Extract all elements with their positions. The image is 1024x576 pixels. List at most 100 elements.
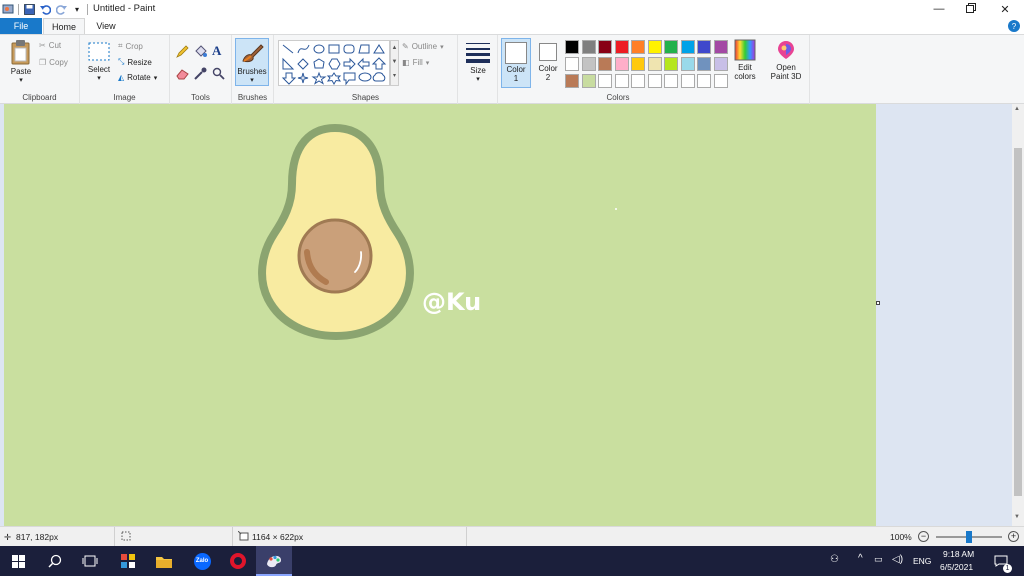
shapes-scroll-up-icon: ▲ [391,45,398,51]
color-swatch[interactable] [565,57,579,71]
zoom-slider-thumb[interactable] [966,531,972,543]
color-swatch[interactable] [680,74,695,88]
minimize-button[interactable]: — [922,0,956,18]
help-icon[interactable]: ? [1008,20,1020,32]
color-swatch[interactable] [598,74,612,88]
clock-time[interactable]: 9:18 AM [943,549,974,559]
paste-button[interactable]: Paste ▾ [6,39,36,84]
show-hidden-icons-icon[interactable]: ^ [858,553,863,564]
pencil-icon[interactable] [176,45,189,60]
color-swatch[interactable] [697,40,711,54]
color-swatch[interactable] [631,40,645,54]
clock-date[interactable]: 6/5/2021 [940,562,973,572]
color-swatch[interactable] [614,74,629,88]
resize-button[interactable]: ⤡ Resize [118,57,152,67]
restore-button[interactable] [954,0,988,18]
outline-dropdown-icon: ▾ [440,43,444,51]
color2-button[interactable]: Color 2 [533,38,563,88]
taskbar-app-store[interactable] [112,546,144,576]
taskbar-zalo[interactable]: Zalo [186,546,218,576]
color-swatch[interactable] [647,74,662,88]
copy-button[interactable]: ❐ Copy [39,58,68,67]
taskbar-paint[interactable] [256,546,292,576]
color-swatch[interactable] [598,57,612,71]
outline-button[interactable]: ✎ Outline ▾ [402,42,444,51]
color-swatch[interactable] [664,57,678,71]
resize-label: Resize [127,57,152,67]
color-swatch[interactable] [581,74,596,88]
tab-view[interactable]: View [86,18,126,34]
search-button[interactable] [38,546,72,576]
fill-button[interactable]: ◧ Fill ▾ [402,58,429,67]
color-swatch[interactable] [565,40,579,54]
shapes-scroll[interactable]: ▲ ▼ ▾ [390,40,399,86]
battery-icon[interactable]: ▭ [874,554,883,565]
task-view-button[interactable] [74,546,106,576]
undo-icon[interactable] [39,3,51,15]
open-paint3d-button[interactable]: Open Paint 3D [766,39,806,81]
color-swatch[interactable] [581,57,596,71]
color-picker-icon[interactable] [194,67,207,82]
close-button[interactable]: ✕ [988,0,1022,18]
start-button[interactable] [0,546,36,576]
drawing-canvas[interactable]: @Ku [4,104,876,526]
color-swatch[interactable] [631,57,645,71]
canvas-size: 1164 × 622px [252,532,304,542]
cut-label: Cut [48,41,62,50]
brush-icon [242,44,264,63]
color-swatch[interactable] [680,57,695,71]
color-swatch[interactable] [647,57,662,71]
color-swatch[interactable] [614,40,629,54]
color-swatch[interactable] [713,57,728,71]
cut-button[interactable]: ✂ Cut [39,41,61,50]
crop-button[interactable]: ⌗ Crop [118,41,143,51]
color-swatch[interactable] [614,57,629,71]
color-swatch[interactable] [713,74,728,88]
magnifier-icon[interactable] [212,67,225,82]
taskbar-file-explorer[interactable] [148,546,180,576]
scroll-up-icon[interactable]: ▲ [1014,106,1020,112]
color-swatch[interactable] [680,40,695,54]
color1-button[interactable]: Color 1 [501,38,531,88]
save-icon[interactable] [23,3,35,15]
right-arrow-shape-icon [343,57,356,71]
vertical-scrollbar[interactable]: ▲ ▼ [1012,104,1024,526]
language-indicator[interactable]: ENG [913,556,931,566]
windows-icon [11,554,25,568]
tab-home[interactable]: Home [43,18,85,35]
scroll-down-icon[interactable]: ▼ [1014,514,1020,520]
text-tool-icon[interactable]: A [212,43,221,59]
color-swatch[interactable] [598,40,612,54]
select-button[interactable]: Select ▾ [84,41,114,82]
color1-swatch [505,42,527,64]
paint-app-icon[interactable] [2,3,14,15]
color-swatch[interactable] [697,74,711,88]
people-icon[interactable]: ⚇ [830,554,839,565]
color-swatch[interactable] [631,74,645,88]
fill-bucket-icon[interactable] [194,45,207,60]
rotate-button[interactable]: ◭ Rotate ▾ [118,73,157,82]
color-swatch[interactable] [664,40,678,54]
color-swatch[interactable] [581,40,596,54]
zoom-in-button[interactable]: + [1008,531,1019,542]
color-swatch[interactable] [565,74,579,88]
canvas-resize-handle[interactable] [876,301,880,305]
image-group-label: Image [113,93,136,102]
scrollbar-thumb[interactable] [1014,148,1022,496]
canvas-dot [615,208,617,210]
up-arrow-shape-icon [371,57,387,70]
tab-file[interactable]: File [0,18,42,34]
zoom-out-button[interactable]: − [918,531,929,542]
color-swatch[interactable] [647,40,662,54]
redo-icon[interactable] [55,3,67,15]
color-swatch[interactable] [664,74,678,88]
size-button[interactable]: Size ▾ [462,40,494,83]
brushes-button[interactable]: Brushes ▾ [235,38,269,86]
taskbar-opera[interactable] [222,546,254,576]
eraser-icon[interactable] [176,67,189,82]
customize-toolbar-icon[interactable]: ▾ [71,3,83,15]
volume-icon[interactable]: ◁) [892,554,903,565]
color-swatch[interactable] [713,40,728,54]
color-swatch[interactable] [697,57,711,71]
edit-colors-button[interactable]: Edit colors [731,39,759,81]
